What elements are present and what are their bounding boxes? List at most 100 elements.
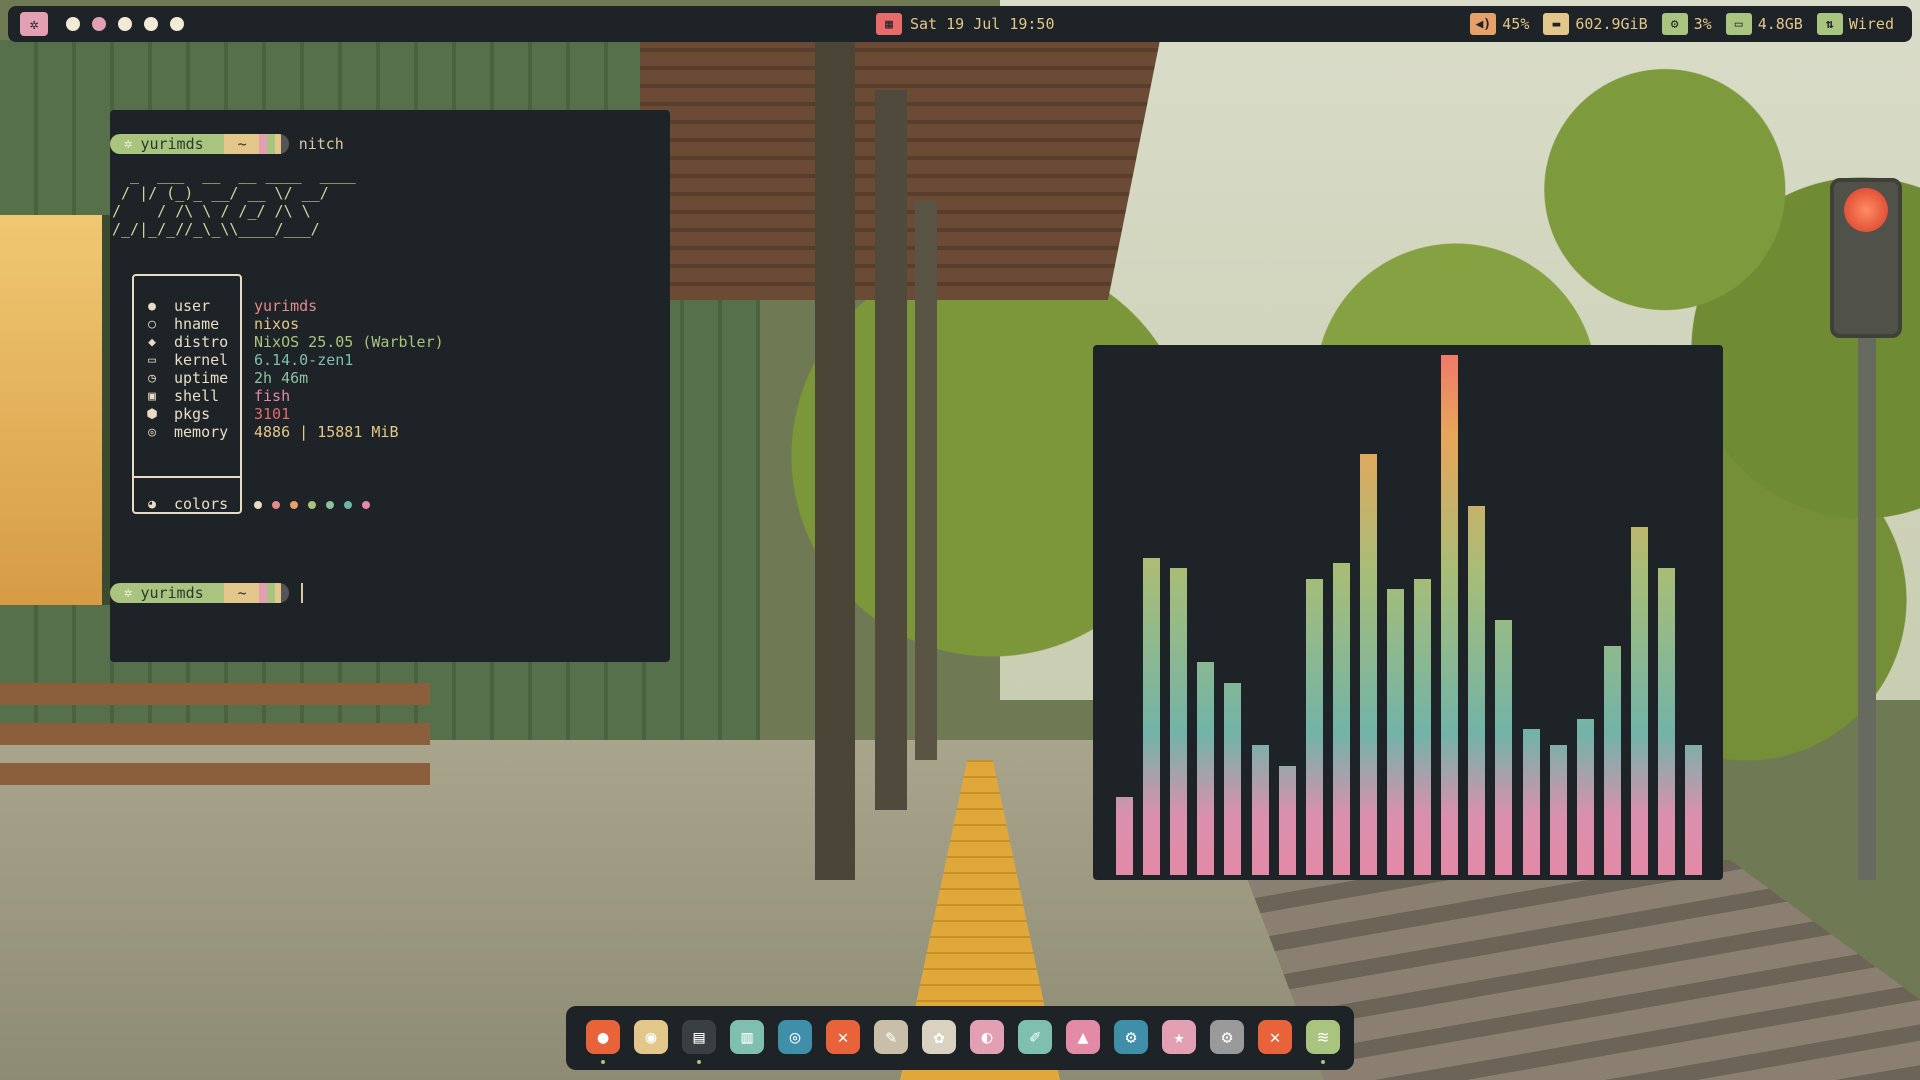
visualizer-bar (1305, 579, 1323, 875)
flame-icon[interactable]: ▲ (1066, 1020, 1100, 1054)
visualizer-bar (1387, 589, 1404, 875)
audio-visualizer-window[interactable] (1093, 345, 1723, 880)
visualizer-bar (1630, 527, 1648, 875)
visualizer-bar (1414, 579, 1432, 875)
info-key: user (174, 297, 211, 315)
info-value: 2h 46m (254, 369, 309, 387)
gear-icon[interactable]: ⚙ (1210, 1020, 1244, 1054)
palette-icon: ◕ (148, 496, 156, 512)
visualizer-bar (1332, 563, 1350, 875)
info-key: shell (174, 387, 220, 405)
prompt-dir: ~ (237, 135, 247, 153)
kernel-icon: ▭ (148, 352, 156, 368)
disk-icon[interactable]: ▬ (1543, 13, 1570, 35)
color-dot (344, 501, 352, 509)
visualizer-bar (1468, 506, 1486, 875)
spotify-icon[interactable]: ≋ (1306, 1020, 1340, 1054)
brush-icon[interactable]: ✐ (1018, 1020, 1052, 1054)
info-key: hname (174, 315, 220, 333)
volume-icon[interactable]: ◀) (1470, 13, 1497, 35)
memory-icon[interactable]: ▭ (1725, 13, 1752, 35)
top-bar: ✲ ▦ Sat 19 Jul 19:50 ◀) 45% ▬ 602.9GiB ⚙ 3% ▭ 4… (8, 6, 1912, 42)
status-modules: ◀) 45% ▬ 602.9GiB ⚙ 3% ▭ 4.8GB ⇅ Wired (1470, 13, 1902, 35)
package-icon: ⬢ (146, 406, 158, 422)
color-dot (362, 501, 370, 509)
visualizer-bar (1170, 568, 1188, 875)
workspace-dot[interactable] (144, 17, 158, 31)
memory-icon: ◎ (148, 424, 156, 440)
prompt-user: yurimds (140, 135, 204, 153)
cpu-icon[interactable]: ⚙ (1661, 13, 1688, 35)
typed-command: nitch (298, 135, 344, 153)
prompt-dir-segment: ~ (223, 583, 259, 603)
wallpaper-pillar (875, 90, 907, 810)
visualizer-bar (1116, 797, 1133, 875)
chromium-icon[interactable]: ◉ (634, 1020, 668, 1054)
clock-module[interactable]: ▦ Sat 19 Jul 19:50 (876, 13, 1063, 35)
visualizer-bar (1441, 355, 1459, 875)
info-key: pkgs (174, 405, 211, 423)
paint-icon[interactable]: ◐ (970, 1020, 1004, 1054)
info-value: nixos (254, 315, 300, 333)
info-key: memory (174, 423, 229, 441)
close-circle-icon[interactable]: ✕ (826, 1020, 860, 1054)
shell-prompt-active[interactable]: ✲ yurimds ~ (110, 583, 303, 603)
steam-icon[interactable]: ⚙ (1114, 1020, 1148, 1054)
color-dot (290, 501, 298, 509)
close-circle-icon[interactable]: ✕ (1258, 1020, 1292, 1054)
host-icon: ○ (148, 316, 156, 332)
dock: ● ◉ ▤ ▥ ◎ ✕ ✎ ✿ ◐ ✐ ▲ ⚙ ★ ⚙ ✕ ≋ (566, 1006, 1354, 1070)
prompt-dir-segment: ~ (223, 134, 259, 154)
workspace-dot[interactable] (66, 17, 80, 31)
status-value: Wired (1848, 15, 1894, 33)
nixos-ascii-logo: _ ___ __ __ ____ ____ / |/ (_)_ __/ __ \… (112, 166, 356, 238)
network-icon[interactable]: ⇅ (1816, 13, 1843, 35)
visualizer-bar (1143, 558, 1161, 875)
status-value: 45% (1502, 15, 1530, 33)
terminal-icon[interactable]: ▤ (682, 1020, 716, 1054)
color-dot (326, 501, 334, 509)
info-value: 4886 | 15881 MiB (254, 423, 399, 441)
status-value: 3% (1693, 15, 1712, 33)
visualizer-bar (1197, 662, 1215, 875)
obs-icon[interactable]: ◎ (778, 1020, 812, 1054)
distro-icon: ◆ (148, 334, 156, 350)
prompt-tail (258, 134, 289, 154)
workspace-dots (66, 17, 184, 31)
ascii-line: /_/|_/_//_\_\\____/___/ (112, 220, 338, 238)
prompt-user-segment: ✲ yurimds (110, 583, 224, 603)
shell-icon: ▣ (148, 388, 156, 404)
shell-prompt: ✲ yurimds ~ nitch (110, 134, 344, 154)
launcher-gear-icon[interactable]: ✲ (20, 12, 48, 36)
workspace-dot[interactable] (118, 17, 132, 31)
uptime-icon: ◷ (148, 370, 156, 386)
user-icon: ● (148, 298, 156, 314)
info-key: distro (174, 333, 229, 351)
info-value: NixOS 25.05 (Warbler) (254, 333, 444, 351)
running-indicator (601, 1060, 605, 1064)
editor-icon[interactable]: ▥ (730, 1020, 764, 1054)
workspace-dot[interactable] (170, 17, 184, 31)
workspace-dot[interactable] (92, 17, 106, 31)
color-dot (272, 501, 280, 509)
wallpaper-pillar (815, 40, 855, 880)
gimp-icon[interactable]: ✎ (874, 1020, 908, 1054)
star-icon[interactable]: ★ (1162, 1020, 1196, 1054)
terminal-window[interactable]: ✲ yurimds ~ nitch _ ___ __ __ ____ ____ … (110, 110, 670, 662)
running-indicator (1321, 1060, 1325, 1064)
ascii-line: _ ___ __ __ ____ ____ (112, 166, 356, 184)
visualizer-bar (1549, 745, 1567, 875)
info-value: 3101 (254, 405, 291, 423)
visualizer-bar (1658, 568, 1675, 875)
inkscape-icon[interactable]: ✿ (922, 1020, 956, 1054)
info-value: 6.14.0-zen1 (254, 351, 354, 369)
wallpaper-bench (0, 665, 430, 785)
wallpaper-lit-window (0, 215, 110, 605)
calendar-icon: ▦ (876, 13, 902, 35)
nix-gear-icon: ✲ (124, 136, 133, 152)
visualizer-bar (1685, 745, 1703, 875)
info-separator (134, 476, 240, 478)
prompt-user: yurimds (140, 584, 204, 602)
firefox-icon[interactable]: ● (586, 1020, 620, 1054)
nix-gear-icon: ✲ (124, 585, 133, 601)
